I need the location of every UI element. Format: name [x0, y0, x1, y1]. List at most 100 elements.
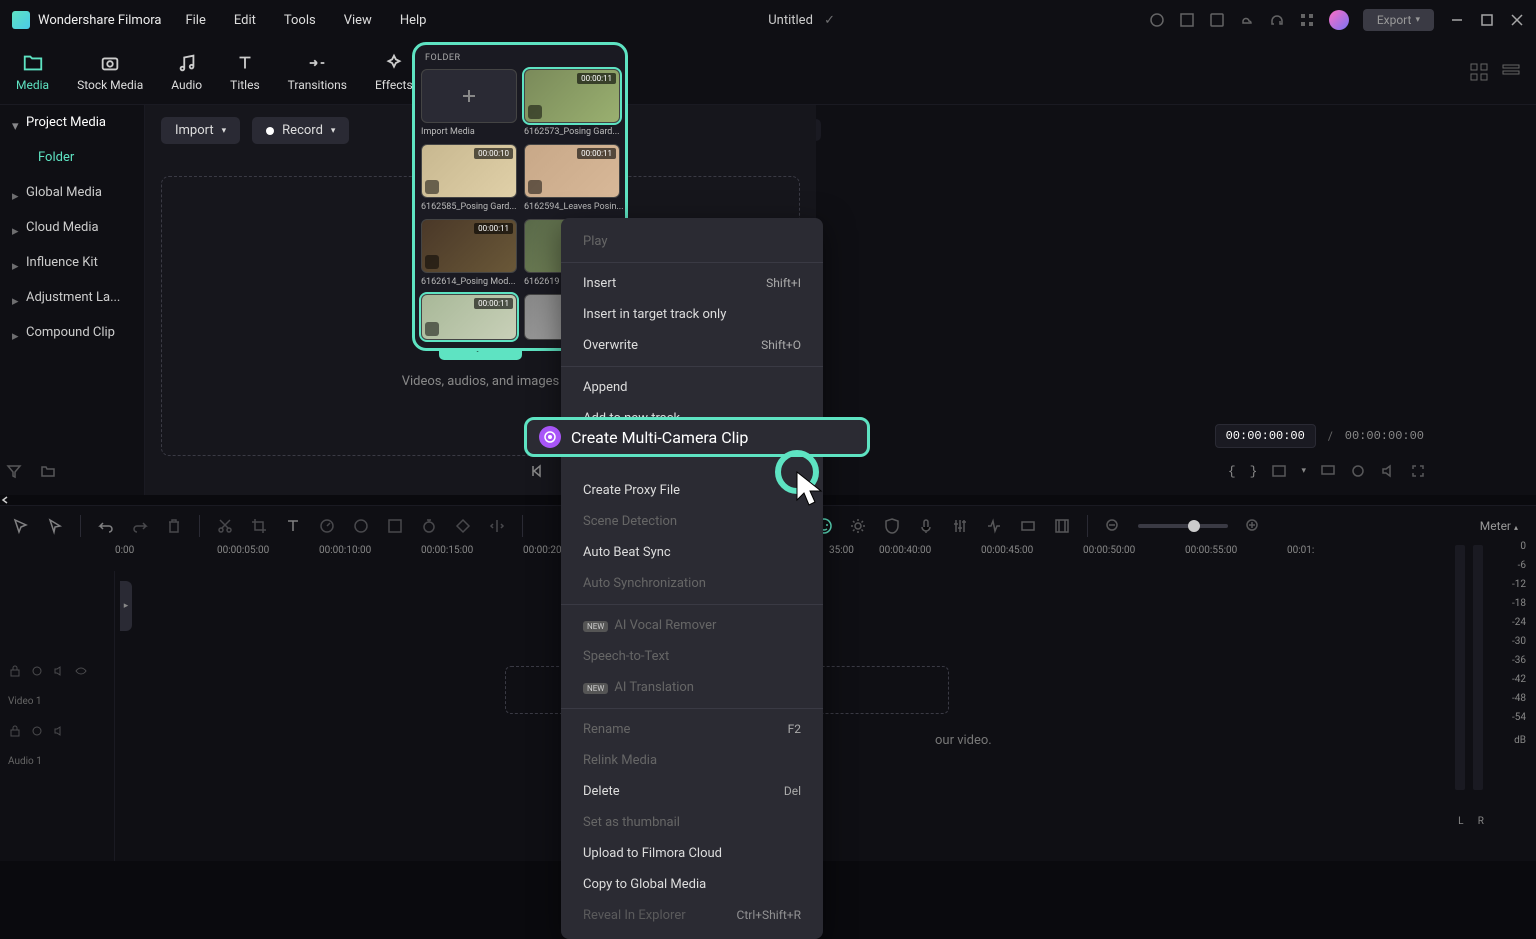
bracket-open-icon[interactable]: { [1228, 464, 1236, 479]
lock-icon[interactable] [8, 664, 22, 678]
beat-icon[interactable] [985, 517, 1003, 535]
maximize-icon[interactable] [1480, 13, 1494, 27]
render-icon[interactable] [1019, 517, 1037, 535]
export-button[interactable]: Export▾ [1363, 9, 1434, 31]
tab-transitions[interactable]: Transitions [288, 52, 347, 92]
zoom-in-icon[interactable] [1244, 517, 1262, 535]
record-dropdown[interactable]: Record▾ [252, 117, 349, 144]
media-clip[interactable]: 00:00:11 6162573_Posing Gard... [524, 69, 624, 137]
mic-icon[interactable] [917, 517, 935, 535]
screenshot-icon[interactable] [1271, 463, 1287, 479]
headphones-icon[interactable] [1269, 12, 1285, 28]
tab-titles[interactable]: Titles [230, 52, 259, 92]
menu-tools[interactable]: Tools [284, 13, 316, 28]
trash-icon[interactable] [165, 517, 183, 535]
target-icon[interactable] [30, 664, 44, 678]
clip-thumbnail[interactable]: 00:00:10 [421, 144, 517, 198]
ctx-ai-translation[interactable]: NEWAI Translation [561, 672, 823, 703]
ctx-play[interactable]: Play [561, 226, 823, 257]
eye-icon[interactable] [74, 664, 88, 678]
ctx-auto-sync[interactable]: Auto Synchronization [561, 568, 823, 599]
cut-icon[interactable] [216, 517, 234, 535]
disk-icon[interactable] [1209, 12, 1225, 28]
target-icon[interactable] [1350, 463, 1366, 479]
media-clip[interactable]: 00:00:11 6162614_Posing Mod... [421, 219, 517, 287]
mixer-icon[interactable] [951, 517, 969, 535]
speed-icon[interactable] [318, 517, 336, 535]
clip-thumbnail[interactable]: 00:00:11 [524, 69, 620, 123]
ctx-auto-beat-sync[interactable]: Auto Beat Sync [561, 537, 823, 568]
cursor-select-icon[interactable] [12, 517, 30, 535]
ctx-insert[interactable]: InsertShift+I [561, 268, 823, 299]
zoom-out-icon[interactable] [1104, 517, 1122, 535]
slider-knob[interactable] [1188, 520, 1200, 532]
clip-thumbnail[interactable]: 00:00:11 [524, 144, 620, 198]
display-icon[interactable] [1320, 463, 1336, 479]
ctx-overwrite[interactable]: OverwriteShift+O [561, 330, 823, 361]
mute-icon[interactable] [52, 724, 66, 738]
tab-audio[interactable]: Audio [171, 52, 202, 92]
meter-label[interactable]: Meter ▴ [1480, 519, 1524, 533]
timer-icon[interactable] [420, 517, 438, 535]
list-view-icon[interactable] [1502, 63, 1520, 81]
menu-help[interactable]: Help [400, 13, 427, 28]
target-icon[interactable] [30, 724, 44, 738]
minimize-icon[interactable] [1450, 13, 1464, 27]
ctx-rename[interactable]: RenameF2 [561, 714, 823, 745]
import-dropdown[interactable]: Import▾ [161, 117, 240, 144]
undo-icon[interactable] [97, 517, 115, 535]
record-icon[interactable] [1149, 12, 1165, 28]
gear-icon[interactable] [849, 517, 867, 535]
shield-icon[interactable] [883, 517, 901, 535]
pointer-icon[interactable] [46, 517, 64, 535]
grid-view-icon[interactable] [1470, 63, 1488, 81]
ctx-append[interactable]: Append [561, 372, 823, 403]
tab-effects[interactable]: Effects [375, 52, 413, 92]
new-folder-icon[interactable] [40, 463, 56, 479]
crop-icon[interactable] [250, 517, 268, 535]
ctx-scene-detection[interactable]: Scene Detection [561, 506, 823, 537]
prev-frame-icon[interactable] [530, 463, 546, 479]
import-media-cell[interactable]: Import Media [421, 69, 517, 137]
volume-icon[interactable] [1380, 463, 1396, 479]
menu-view[interactable]: View [344, 13, 372, 28]
ctx-upload-cloud[interactable]: Upload to Filmora Cloud [561, 838, 823, 869]
ctx-copy-global[interactable]: Copy to Global Media [561, 869, 823, 900]
markers-icon[interactable] [1053, 517, 1071, 535]
ctx-speech-to-text[interactable]: Speech-to-Text [561, 641, 823, 672]
tab-media[interactable]: Media [16, 52, 49, 92]
clip-thumbnail[interactable]: 00:00:11 [421, 294, 517, 340]
ctx-relink[interactable]: Relink Media [561, 745, 823, 776]
sidebar-item-adjustment-layer[interactable]: ▸Adjustment La... [0, 280, 144, 315]
lock-icon[interactable] [8, 724, 22, 738]
layout-icon[interactable] [1179, 12, 1195, 28]
mute-icon[interactable] [52, 664, 66, 678]
redo-icon[interactable] [131, 517, 149, 535]
adjust-icon[interactable] [386, 517, 404, 535]
apps-icon[interactable] [1299, 12, 1315, 28]
close-icon[interactable] [1510, 13, 1524, 27]
ctx-ai-vocal[interactable]: NEWAI Vocal Remover [561, 610, 823, 641]
sidebar-item-global-media[interactable]: ▸Global Media [0, 175, 144, 210]
filter-icon[interactable] [6, 463, 22, 479]
cloud-icon[interactable] [1239, 12, 1255, 28]
media-clip[interactable]: 00:00:10 6162585_Posing Gard... [421, 144, 517, 212]
ctx-create-multicam-highlight[interactable]: Create Multi-Camera Clip [524, 417, 870, 457]
current-timecode[interactable]: 00:00:00:00 [1215, 424, 1316, 448]
audio-track-header[interactable] [0, 711, 114, 751]
media-clip[interactable]: 00:00:11 6162594_Leaves Posin... [524, 144, 624, 212]
color-icon[interactable] [352, 517, 370, 535]
menu-file[interactable]: File [185, 13, 205, 28]
tab-stock-media[interactable]: Stock Media [77, 52, 143, 92]
sidebar-item-influence-kit[interactable]: ▸Influence Kit [0, 245, 144, 280]
sidebar-sub-folder[interactable]: Folder [0, 140, 144, 175]
fullscreen-icon[interactable] [1410, 463, 1426, 479]
media-clip[interactable]: 00:00:11 [421, 294, 517, 340]
sidebar-item-compound-clip[interactable]: ▸Compound Clip [0, 315, 144, 350]
menu-edit[interactable]: Edit [234, 13, 256, 28]
ctx-reveal-explorer[interactable]: Reveal In ExplorerCtrl+Shift+R [561, 900, 823, 931]
chevron-down-icon[interactable]: ▾ [1301, 466, 1306, 476]
keyframe-icon[interactable] [454, 517, 472, 535]
zoom-slider[interactable] [1138, 524, 1228, 528]
text-tool-icon[interactable] [284, 517, 302, 535]
